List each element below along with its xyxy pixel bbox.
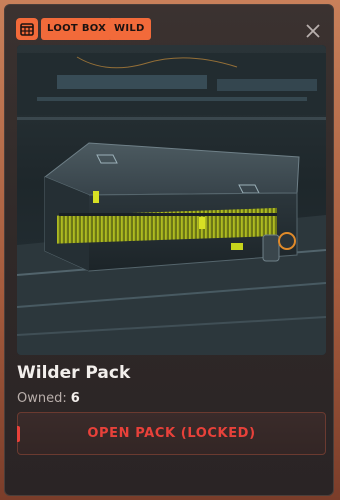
calendar-grid-icon (16, 18, 38, 40)
owned-value: 6 (70, 391, 80, 406)
open-pack-button[interactable]: OPEN PACK (LOCKED) (17, 412, 326, 455)
wild-tag: WILD (108, 18, 151, 40)
loot-box-card: LOOT BOX WILD Wilder Pack Owned: 6 OPEN … (4, 4, 334, 496)
loot-box-tag: LOOT BOX (41, 18, 113, 40)
button-edge-accent (17, 426, 20, 442)
item-name: Wilder Pack (17, 363, 131, 383)
crate-image (17, 45, 326, 355)
open-pack-label: OPEN PACK (LOCKED) (87, 426, 256, 441)
close-icon (306, 24, 320, 38)
owned-count: Owned: 6 (17, 391, 80, 406)
close-button[interactable] (303, 21, 323, 41)
owned-label: Owned: (17, 391, 67, 406)
